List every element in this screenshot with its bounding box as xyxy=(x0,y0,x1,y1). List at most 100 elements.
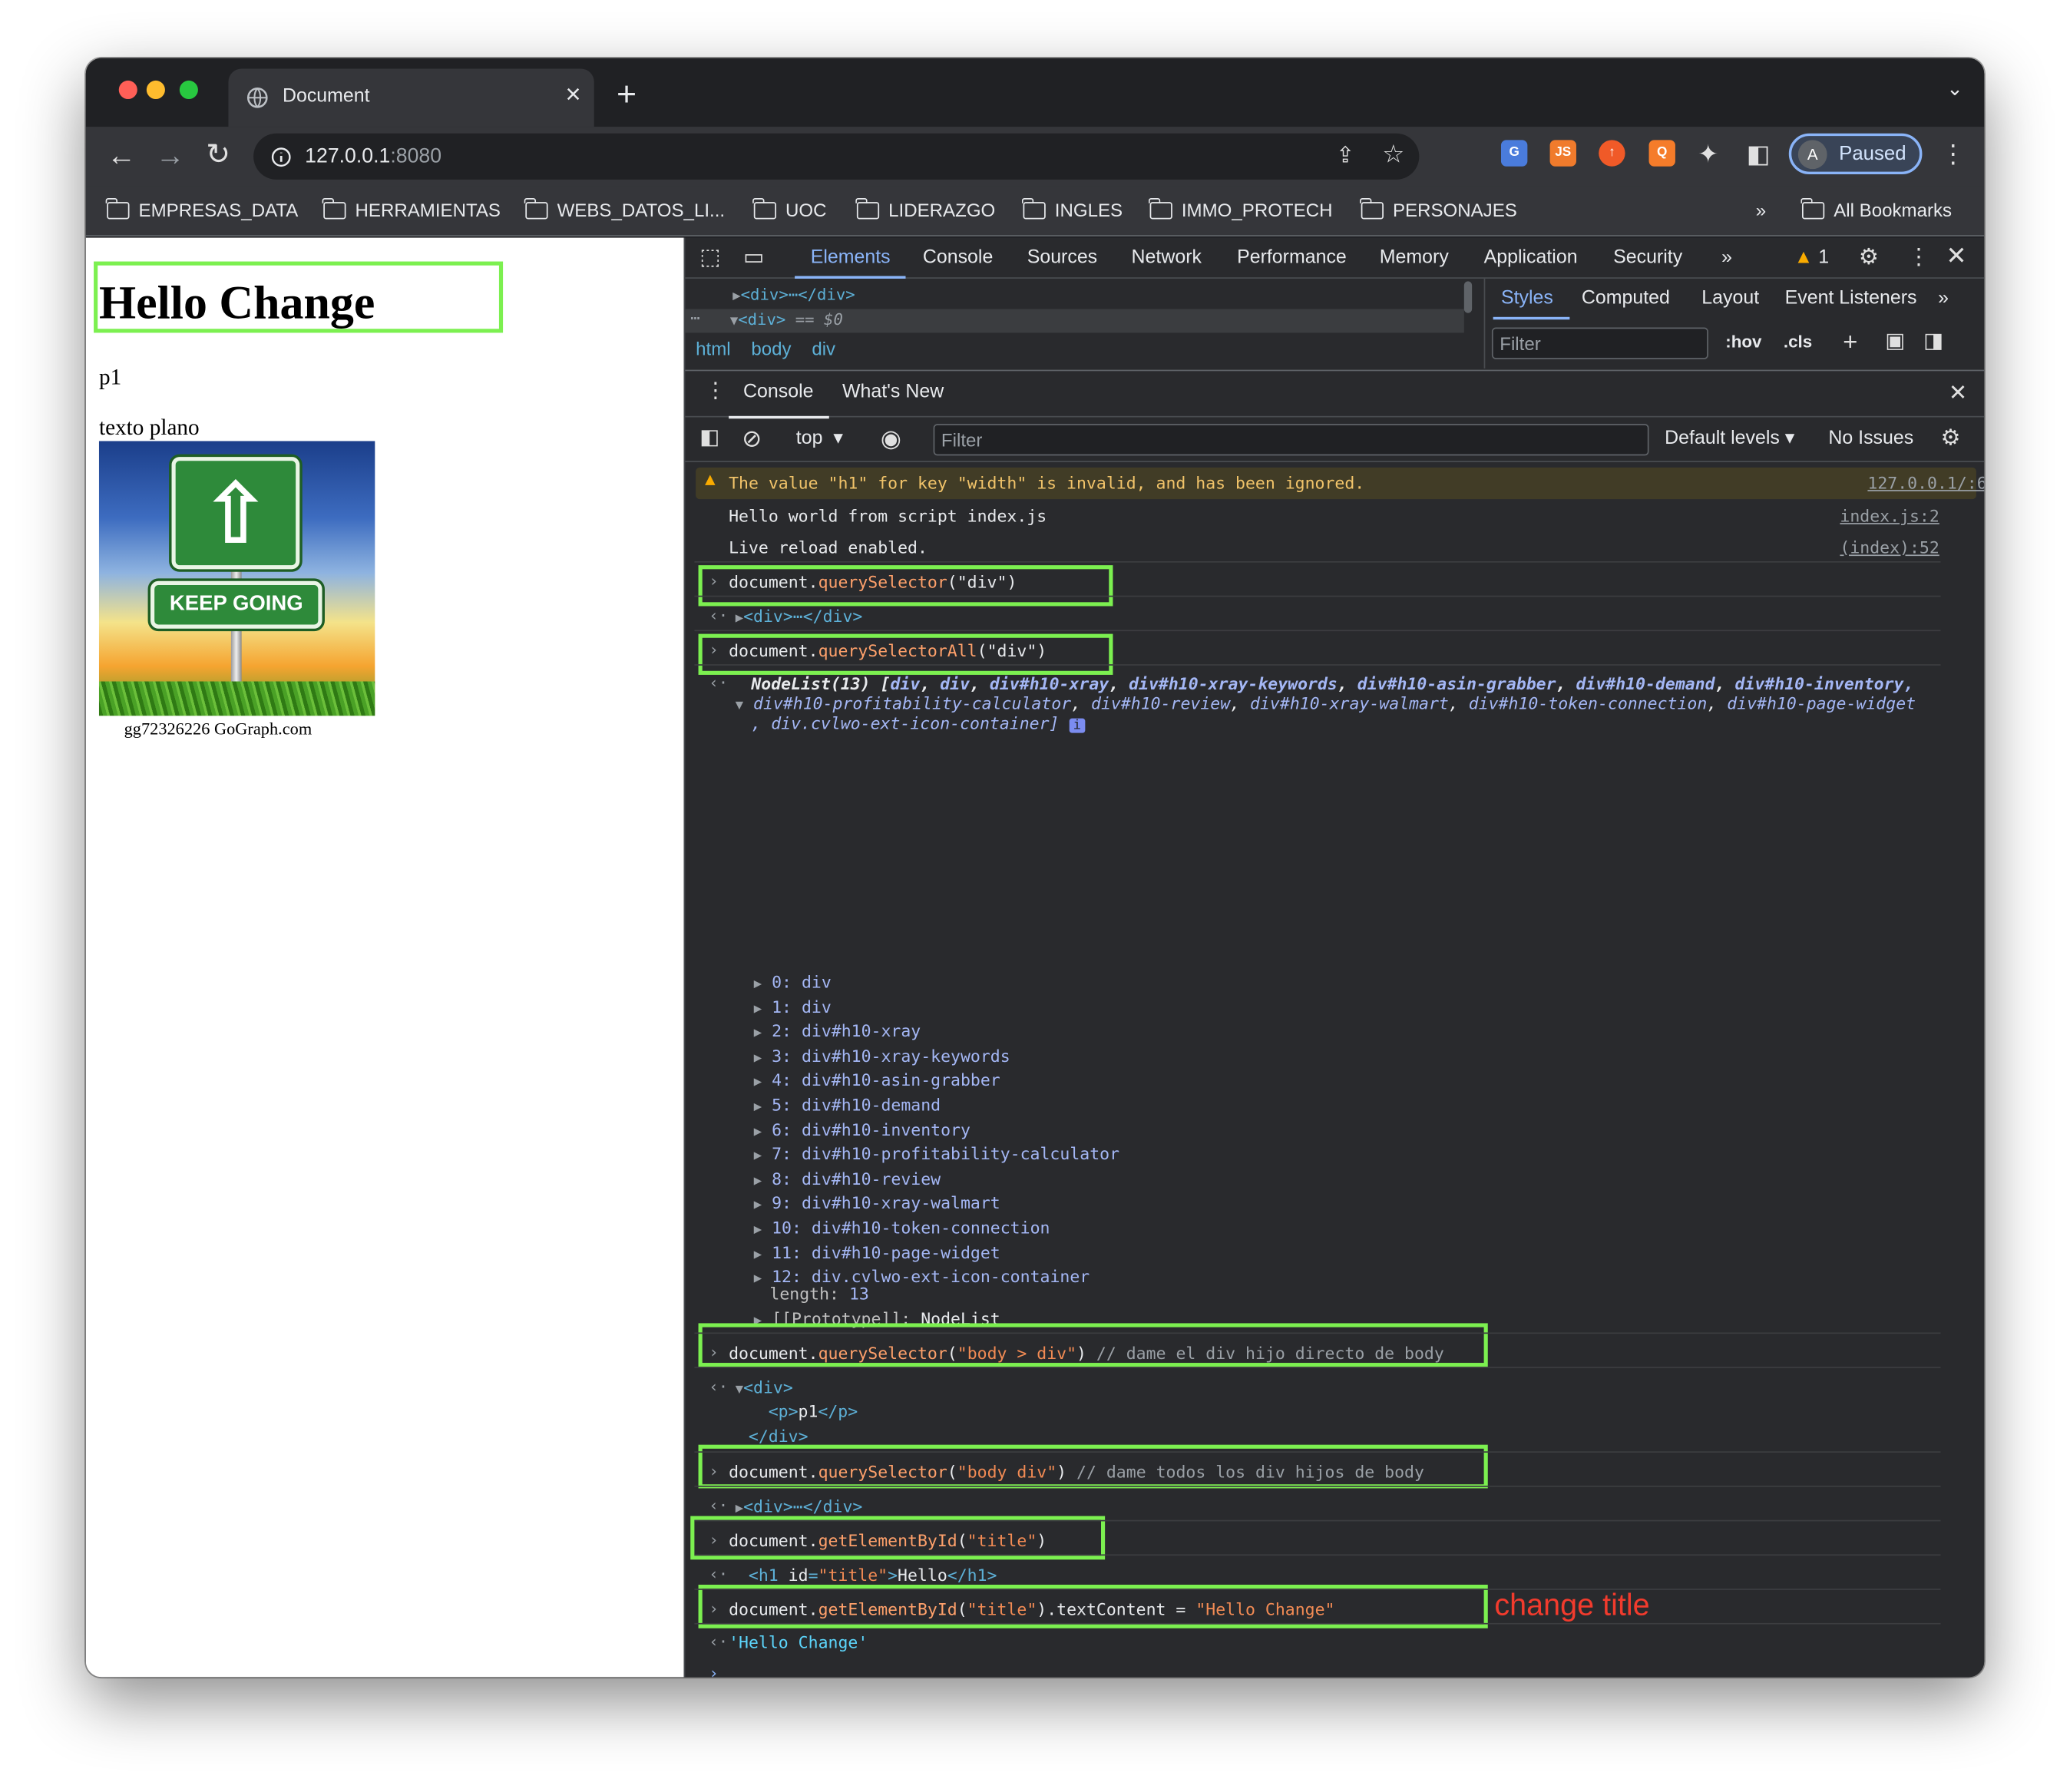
clear-console-icon[interactable]: ⊘ xyxy=(742,427,762,451)
device-toolbar-icon[interactable]: ▭ xyxy=(743,246,765,268)
tab-document[interactable]: Document × xyxy=(228,68,594,127)
drawer-tab-console[interactable]: Console xyxy=(743,382,813,403)
sidebar-toggle-icon[interactable]: ◨ xyxy=(1923,331,1943,353)
settings-gear-icon[interactable]: ⚙ xyxy=(1859,246,1879,268)
bookmark-folder[interactable]: PERSONAJES xyxy=(1360,197,1517,220)
nodelist-entry[interactable]: ▶ 10: div#h10-token-connection xyxy=(754,1218,1050,1238)
q-extension-icon[interactable]: Q xyxy=(1648,140,1675,167)
kebab-menu-icon[interactable]: ⋮ xyxy=(1908,246,1930,268)
nodelist-entry[interactable]: ▶ 9: div#h10-xray-walmart xyxy=(754,1193,1000,1213)
nodelist-entry[interactable]: ▶ 2: div#h10-xray xyxy=(754,1021,921,1041)
tab-performance[interactable]: Performance xyxy=(1237,247,1347,269)
log-source-link[interactable]: index.js:2 xyxy=(1840,506,1939,526)
side-panel-icon[interactable]: ◧ xyxy=(1747,143,1771,168)
close-tab-icon[interactable]: × xyxy=(565,81,580,111)
tab-styles[interactable]: Styles xyxy=(1501,288,1553,309)
nodelist-entry[interactable]: ▶ 1: div xyxy=(754,997,832,1017)
styles-filter-input[interactable]: Filter xyxy=(1491,327,1708,359)
drawer-tab-whats-new[interactable]: What's New xyxy=(842,382,944,403)
tab-layout[interactable]: Layout xyxy=(1701,288,1759,309)
expand-triangle-icon: ▶ xyxy=(753,1247,762,1262)
hov-toggle[interactable]: :hov xyxy=(1725,332,1761,352)
upload-extension-icon[interactable]: ↑ xyxy=(1599,140,1625,167)
translate-extension-icon[interactable]: G xyxy=(1500,140,1528,167)
new-tab-button[interactable]: + xyxy=(617,74,637,114)
bookmark-folder[interactable]: INGLES xyxy=(1022,197,1123,220)
profile-paused-button[interactable]: A Paused xyxy=(1788,133,1923,175)
no-issues-button[interactable]: No Issues xyxy=(1828,428,1913,449)
bookmark-folder[interactable]: UOC xyxy=(752,197,827,220)
chrome-menu-icon[interactable]: ⋮ xyxy=(1941,143,1966,168)
console-sidebar-icon[interactable]: ◧ xyxy=(699,427,719,449)
extensions-puzzle-icon[interactable]: ✦ xyxy=(1698,143,1718,168)
devtools-panel: ⬚ ▭ Elements Console Sources Network Per… xyxy=(683,237,1985,1677)
close-drawer-icon[interactable]: ✕ xyxy=(1949,382,1968,404)
dom-scrollbar[interactable] xyxy=(1463,281,1473,313)
bookmark-star-icon[interactable]: ☆ xyxy=(1382,143,1404,168)
nodelist-entry[interactable]: ▶ 5: div#h10-demand xyxy=(754,1095,941,1115)
console-result[interactable]: ▶<div>⋯</div> xyxy=(736,606,863,626)
eye-icon[interactable]: ◉ xyxy=(881,427,901,451)
nodelist-entry[interactable]: ▶ 0: div xyxy=(754,972,832,992)
minimize-window-button[interactable] xyxy=(146,80,165,99)
dom-node-div[interactable]: ▶<div>⋯</div> xyxy=(732,286,855,304)
breadcrumb-div[interactable]: div xyxy=(812,338,835,359)
tab-search-chevron-icon[interactable]: ⌄ xyxy=(1946,77,1963,100)
nodelist-entry[interactable]: ▶ 4: div#h10-asin-grabber xyxy=(754,1070,1000,1090)
tab-sources[interactable]: Sources xyxy=(1027,247,1097,269)
console-result-child[interactable]: <p>p1</p> xyxy=(769,1401,858,1421)
bookmark-folder[interactable]: WEBS_DATOS_LI... xyxy=(524,197,725,220)
console-input-prompt[interactable]: › xyxy=(709,1664,718,1677)
add-rule-icon[interactable]: + xyxy=(1843,330,1857,355)
inspect-element-icon[interactable]: ⬚ xyxy=(699,246,721,268)
reload-icon[interactable]: ↻ xyxy=(206,139,230,169)
breadcrumb-body[interactable]: body xyxy=(751,338,791,359)
all-bookmarks[interactable]: All Bookmarks xyxy=(1801,197,1952,220)
breadcrumb-html[interactable]: html xyxy=(696,338,730,359)
context-selector[interactable]: top ▾ xyxy=(796,428,843,449)
console-settings-icon[interactable]: ⚙ xyxy=(1941,427,1961,449)
more-bookmarks-icon[interactable]: » xyxy=(1756,200,1766,221)
back-arrow-icon[interactable]: ← xyxy=(107,141,136,170)
nodelist-entry[interactable]: ▶ 6: div#h10-inventory xyxy=(754,1119,971,1139)
nodelist-entry[interactable]: ▶ 7: div#h10-profitability-calculator xyxy=(754,1144,1119,1164)
tab-security[interactable]: Security xyxy=(1613,247,1682,269)
maximize-window-button[interactable] xyxy=(179,80,198,99)
tab-memory[interactable]: Memory xyxy=(1380,247,1449,269)
warning-icon[interactable]: ▲ 1 xyxy=(1794,247,1830,269)
forward-arrow-icon[interactable]: → xyxy=(156,141,185,170)
close-window-button[interactable] xyxy=(118,80,137,99)
drawer-menu-icon[interactable]: ⋮ xyxy=(705,381,726,403)
default-levels-dropdown[interactable]: Default levels ▾ xyxy=(1665,428,1794,449)
console-result[interactable]: ▶<div>⋯</div> xyxy=(736,1496,863,1516)
tab-network[interactable]: Network xyxy=(1132,247,1202,269)
bookmark-folder[interactable]: LIDERAZGO xyxy=(855,197,995,220)
more-side-tabs-icon[interactable]: » xyxy=(1938,288,1949,309)
bookmark-folder[interactable]: HERRAMIENTAS xyxy=(322,197,501,220)
tab-elements[interactable]: Elements xyxy=(811,247,891,269)
console-result[interactable]: ▼<div> xyxy=(736,1377,793,1397)
cls-toggle[interactable]: .cls xyxy=(1784,332,1812,352)
page-title: Hello Change xyxy=(98,276,375,329)
tab-console[interactable]: Console xyxy=(923,247,993,269)
bookmark-folder[interactable]: IMMO_PROTECH xyxy=(1149,197,1332,220)
share-icon[interactable]: ⇪ xyxy=(1336,144,1355,166)
nodelist-entry[interactable]: ▶ 8: div#h10-review xyxy=(754,1169,941,1189)
paint-icon[interactable]: ▣ xyxy=(1885,331,1905,353)
tab-event-listeners[interactable]: Event Listeners xyxy=(1785,288,1917,309)
selected-dom-row[interactable]: … ▼<div> == $0 xyxy=(685,305,1464,333)
bookmark-folder[interactable]: EMPRESAS_DATA xyxy=(106,197,298,220)
nodelist-entry[interactable]: ▶ 3: div#h10-xray-keywords xyxy=(754,1046,1010,1066)
more-tabs-icon[interactable]: » xyxy=(1721,247,1732,269)
tab-computed[interactable]: Computed xyxy=(1582,288,1670,309)
expand-triangle-icon: ▶ xyxy=(753,1050,762,1066)
js-extension-icon[interactable]: JS xyxy=(1549,140,1576,167)
warning-source-link[interactable]: 127.0.0.1/:6 xyxy=(1867,473,1984,493)
log-source-link[interactable]: (index):52 xyxy=(1840,537,1939,557)
nodelist-entry[interactable]: ▶ 11: div#h10-page-widget xyxy=(754,1242,1000,1262)
console-filter-input[interactable]: Filter xyxy=(933,424,1649,456)
address-bar[interactable]: 127.0.0.1:8080 ⇪ ☆ xyxy=(253,133,1420,180)
tab-application[interactable]: Application xyxy=(1484,247,1578,269)
close-devtools-icon[interactable]: ✕ xyxy=(1946,244,1966,269)
console-result[interactable]: <h1 id="title">Hello</h1> xyxy=(749,1565,997,1585)
